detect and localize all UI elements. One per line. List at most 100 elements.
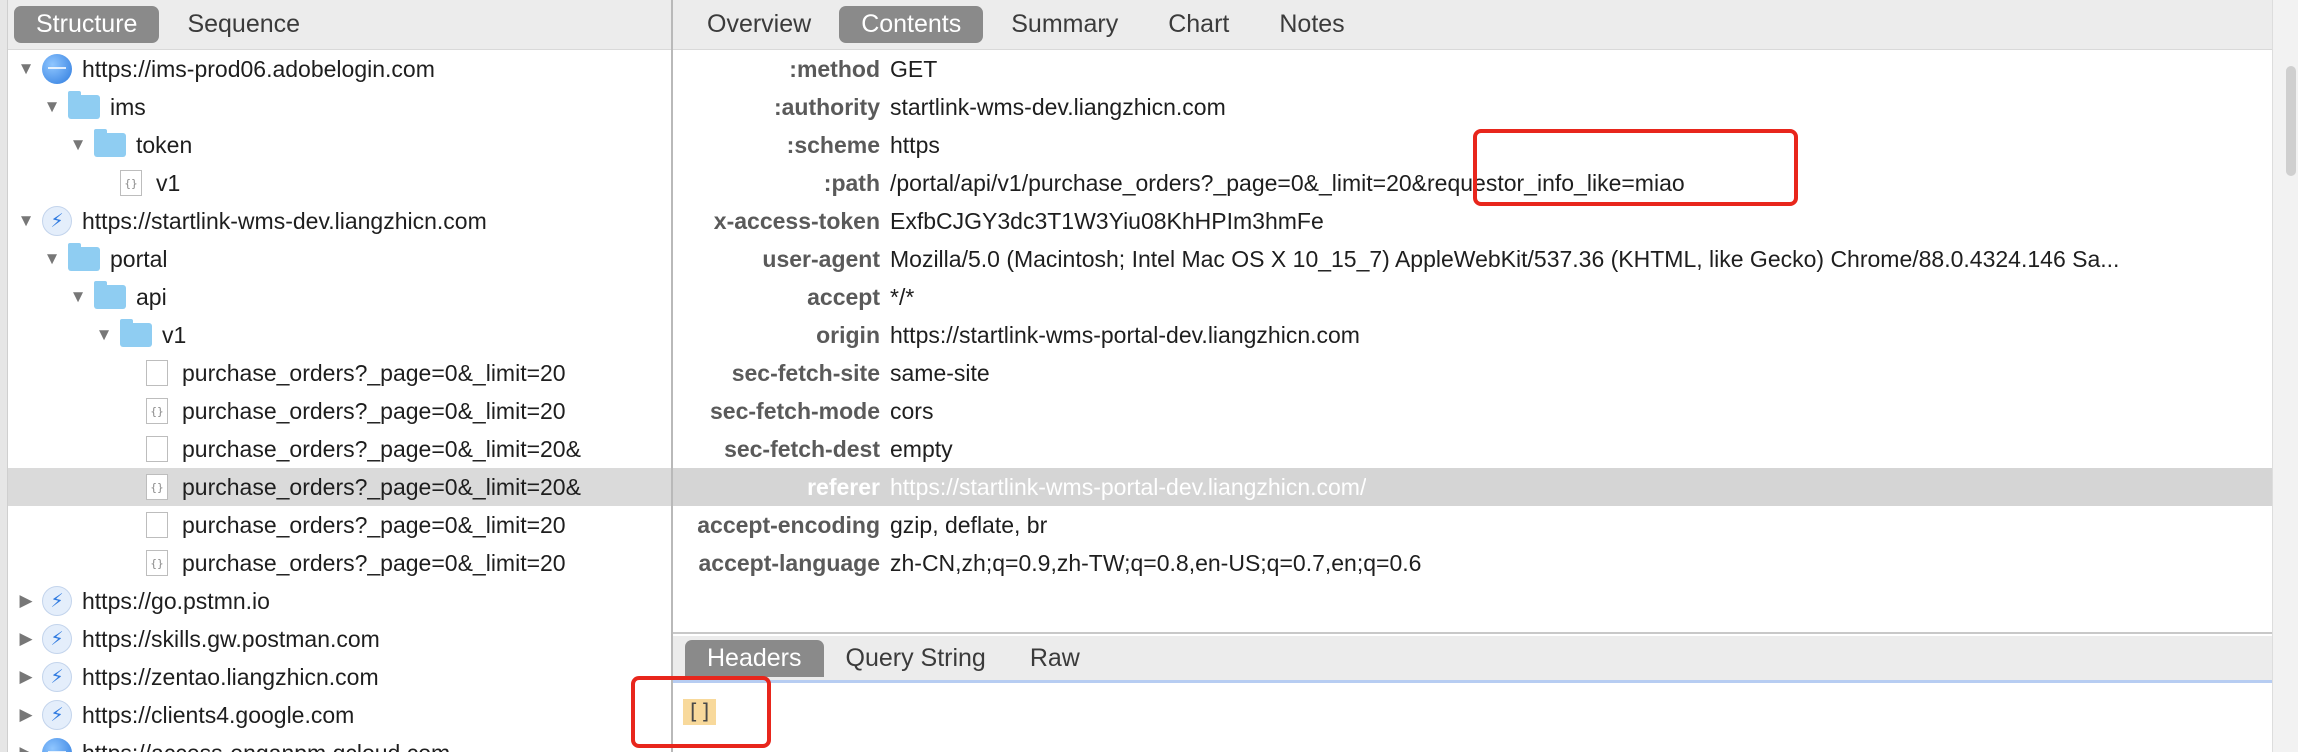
header-key: :authority bbox=[773, 93, 880, 120]
disclosure-expanded-icon[interactable]: ▼ bbox=[40, 247, 64, 271]
globe-icon bbox=[42, 54, 72, 84]
tab-headers[interactable]: Headers bbox=[685, 639, 824, 677]
tab-contents[interactable]: Contents bbox=[839, 6, 984, 43]
folder-icon bbox=[68, 243, 100, 271]
tree-row[interactable]: ▼ portal bbox=[8, 240, 673, 278]
bolt-icon: ⚡ bbox=[42, 206, 72, 236]
header-value: zh-CN,zh;q=0.9,zh-TW;q=0.8,en-US;q=0.7,e… bbox=[890, 549, 1422, 576]
left-tabbar: Structure Sequence bbox=[8, 0, 673, 50]
annotation-highlight-query-param bbox=[1473, 129, 1798, 206]
bolt-icon: ⚡ bbox=[42, 586, 72, 616]
disclosure-collapsed-icon[interactable]: ▶ bbox=[14, 589, 38, 613]
tab-query-string[interactable]: Query String bbox=[824, 640, 1008, 677]
header-row[interactable]: accept-language zh-CN,zh;q=0.9,zh-TW;q=0.… bbox=[673, 544, 2272, 582]
header-row[interactable]: accept */* bbox=[673, 278, 2272, 316]
tab-sequence[interactable]: Sequence bbox=[165, 6, 322, 43]
tree-row[interactable]: {} v1 bbox=[8, 164, 673, 202]
tree-row[interactable]: ▶ https://access-enganpm.qcloud.com bbox=[8, 734, 673, 752]
tree-label: ims bbox=[110, 93, 146, 120]
window-edge bbox=[0, 0, 8, 752]
tree-row[interactable]: ▼ v1 bbox=[8, 316, 673, 354]
tree-label: https://ims-prod06.adobelogin.com bbox=[82, 55, 435, 82]
tree-row[interactable]: ▶ ⚡ https://skills.gw.postman.com bbox=[8, 620, 673, 658]
tree-row[interactable]: ▶ ⚡ https://zentao.liangzhicn.com bbox=[8, 658, 673, 696]
folder-icon bbox=[94, 129, 126, 157]
folder-icon bbox=[94, 281, 126, 309]
folder-icon bbox=[68, 91, 100, 119]
body-viewer[interactable]: [] bbox=[673, 683, 2272, 752]
header-key: referer bbox=[807, 473, 880, 500]
header-row[interactable]: sec-fetch-mode cors bbox=[673, 392, 2272, 430]
tree-row[interactable]: ▼ api bbox=[8, 278, 673, 316]
header-key: accept bbox=[807, 283, 880, 310]
header-row[interactable]: :authority startlink-wms-dev.liangzhicn.c… bbox=[673, 88, 2272, 126]
tab-notes[interactable]: Notes bbox=[1257, 6, 1366, 43]
disclosure-expanded-icon[interactable]: ▼ bbox=[92, 323, 116, 347]
header-key: accept-language bbox=[698, 549, 881, 576]
tree-row[interactable]: ▼ token bbox=[8, 126, 673, 164]
header-key: :method bbox=[789, 55, 880, 82]
tree-row[interactable]: ▶ ⚡ https://clients4.google.com bbox=[8, 696, 673, 734]
header-value: https://startlink-wms-portal-dev.liangzh… bbox=[890, 321, 1360, 348]
disclosure-expanded-icon[interactable]: ▼ bbox=[40, 95, 64, 119]
disclosure-expanded-icon[interactable]: ▼ bbox=[66, 133, 90, 157]
pane-divider[interactable] bbox=[673, 632, 2272, 634]
header-row[interactable]: referer https://startlink-wms-portal-dev.… bbox=[673, 468, 2272, 506]
file-icon bbox=[146, 360, 168, 386]
right-tabbar: Overview Contents Summary Chart Notes bbox=[673, 0, 2272, 50]
header-row[interactable]: sec-fetch-dest empty bbox=[673, 430, 2272, 468]
tree-label: purchase_orders?_page=0&_limit=20 bbox=[182, 511, 566, 538]
tree-row[interactable]: purchase_orders?_page=0&_limit=20 bbox=[8, 354, 673, 392]
disclosure-collapsed-icon[interactable]: ▶ bbox=[14, 741, 38, 752]
scrollbar-thumb[interactable] bbox=[2286, 66, 2296, 176]
file-icon bbox=[146, 436, 168, 462]
disclosure-expanded-icon[interactable]: ▼ bbox=[14, 209, 38, 233]
tab-raw[interactable]: Raw bbox=[1008, 640, 1102, 677]
tab-structure[interactable]: Structure bbox=[14, 6, 160, 43]
disclosure-expanded-icon[interactable]: ▼ bbox=[14, 57, 38, 81]
header-value: ExfbCJGY3dc3T1W3Yiu08KhHPIm3hmFe bbox=[890, 207, 1324, 234]
header-value: gzip, deflate, br bbox=[890, 511, 1048, 538]
disclosure-collapsed-icon[interactable]: ▶ bbox=[14, 665, 38, 689]
header-row[interactable]: accept-encoding gzip, deflate, br bbox=[673, 506, 2272, 544]
host-tree: ▼ https://ims-prod06.adobelogin.com ▼ ims ▼ t… bbox=[8, 50, 673, 752]
disclosure-expanded-icon[interactable]: ▼ bbox=[66, 285, 90, 309]
header-value: empty bbox=[890, 435, 953, 462]
tree-row[interactable]: {} purchase_orders?_page=0&_limit=20 bbox=[8, 544, 673, 582]
disclosure-collapsed-icon[interactable]: ▶ bbox=[14, 703, 38, 727]
tree-row[interactable]: purchase_orders?_page=0&_limit=20 bbox=[8, 506, 673, 544]
json-file-icon: {} bbox=[146, 398, 168, 424]
header-key: origin bbox=[816, 321, 880, 348]
request-headers-table: :method GET:authority startlink-wms-dev.li… bbox=[673, 50, 2272, 582]
header-row[interactable]: sec-fetch-site same-site bbox=[673, 354, 2272, 392]
tree-row[interactable]: purchase_orders?_page=0&_limit=20& bbox=[8, 430, 673, 468]
header-row[interactable]: user-agent Mozilla/5.0 (Macintosh; Intel … bbox=[673, 240, 2272, 278]
header-key: accept-encoding bbox=[697, 511, 880, 538]
tree-label: token bbox=[136, 131, 193, 158]
header-value: https://startlink-wms-portal-dev.liangzh… bbox=[890, 473, 1367, 500]
tree-row[interactable]: {} purchase_orders?_page=0&_limit=20 bbox=[8, 392, 673, 430]
annotation-highlight-empty-body bbox=[631, 676, 771, 748]
json-file-icon: {} bbox=[146, 474, 168, 500]
header-value: cors bbox=[890, 397, 934, 424]
tree-row[interactable]: {} purchase_orders?_page=0&_limit=20& bbox=[8, 468, 673, 506]
tree-row[interactable]: ▼ ims bbox=[8, 88, 673, 126]
tab-summary[interactable]: Summary bbox=[989, 6, 1140, 43]
tree-row[interactable]: ▶ ⚡ https://go.pstmn.io bbox=[8, 582, 673, 620]
header-row[interactable]: origin https://startlink-wms-portal-dev.l… bbox=[673, 316, 2272, 354]
tree-label: purchase_orders?_page=0&_limit=20& bbox=[182, 435, 581, 462]
header-row[interactable]: :method GET bbox=[673, 50, 2272, 88]
disclosure-collapsed-icon[interactable]: ▶ bbox=[14, 627, 38, 651]
header-row[interactable]: x-access-token ExfbCJGY3dc3T1W3Yiu08KhHPI… bbox=[673, 202, 2272, 240]
bolt-icon: ⚡ bbox=[42, 700, 72, 730]
tree-row[interactable]: ▼ ⚡ https://startlink-wms-dev.liangzhicn.c… bbox=[8, 202, 673, 240]
tab-chart[interactable]: Chart bbox=[1146, 6, 1251, 43]
structure-panel: Structure Sequence ▼ https://ims-prod06.a… bbox=[8, 0, 673, 752]
tree-row[interactable]: ▼ https://ims-prod06.adobelogin.com bbox=[8, 50, 673, 88]
tab-overview[interactable]: Overview bbox=[685, 6, 833, 43]
